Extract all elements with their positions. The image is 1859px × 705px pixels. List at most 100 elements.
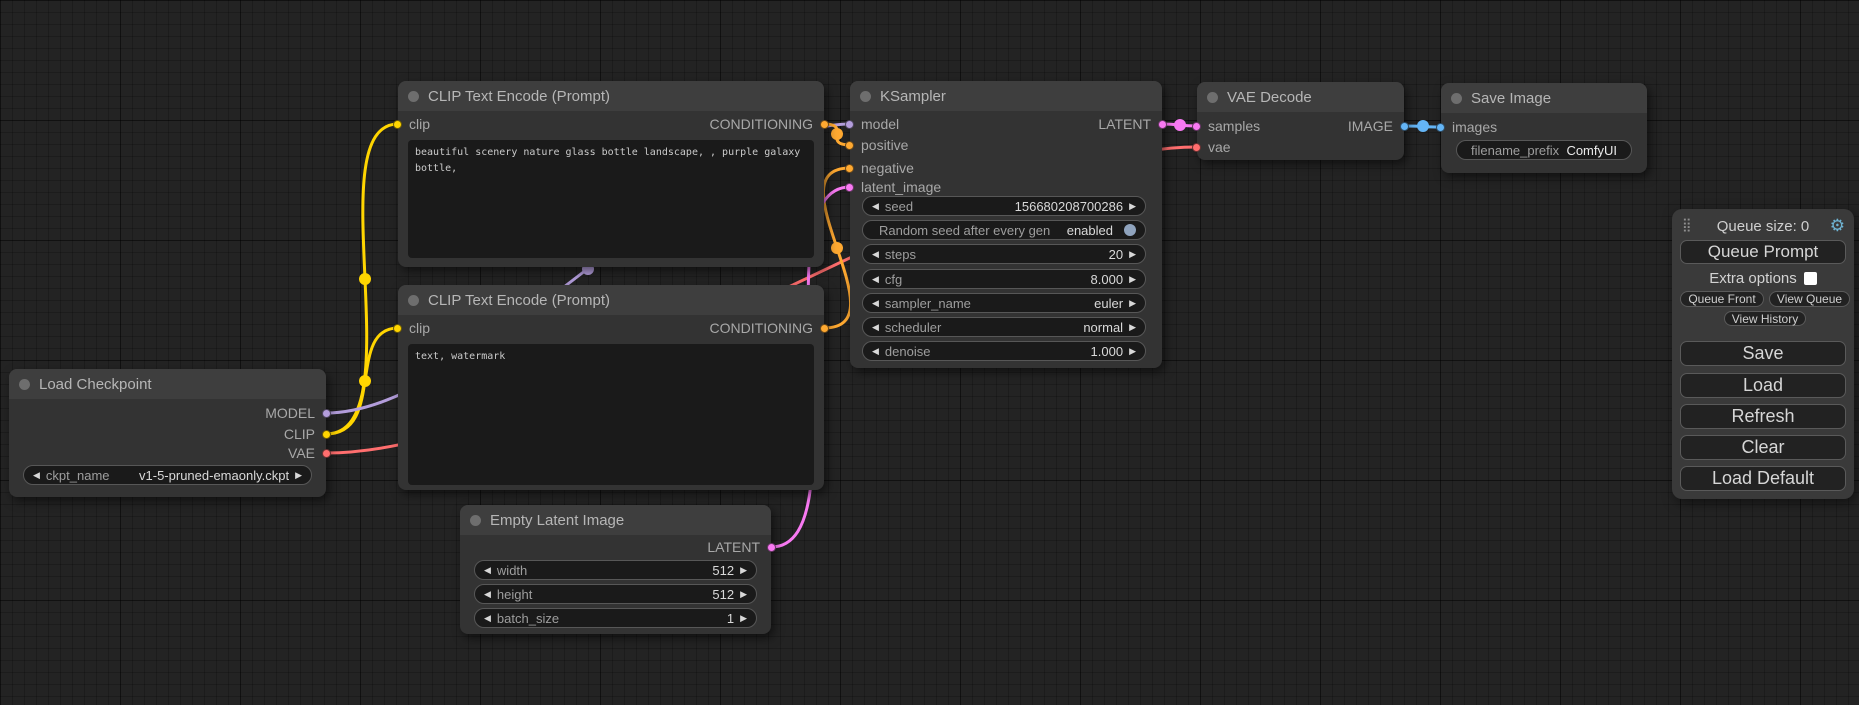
view-history-button[interactable]: View History bbox=[1724, 311, 1806, 326]
arrow-right-icon[interactable]: ▶ bbox=[740, 560, 747, 580]
arrow-right-icon[interactable]: ▶ bbox=[1129, 293, 1136, 313]
widget-value: 512 bbox=[712, 587, 734, 602]
node-titlebar[interactable]: CLIP Text Encode (Prompt) bbox=[398, 81, 824, 111]
node-collapse-dot[interactable] bbox=[408, 295, 419, 306]
arrow-right-icon[interactable]: ▶ bbox=[740, 584, 747, 604]
denoise-widget[interactable]: ◀ denoise 1.000 ▶ bbox=[862, 341, 1146, 361]
ckpt-name-widget[interactable]: ◀ ckpt_name v1-5-pruned-emaonly.ckpt ▶ bbox=[23, 465, 312, 485]
arrow-left-icon[interactable]: ◀ bbox=[484, 560, 491, 580]
model-output-port[interactable] bbox=[322, 409, 331, 418]
queue-prompt-button[interactable]: Queue Prompt bbox=[1680, 240, 1846, 264]
cfg-widget[interactable]: ◀ cfg 8.000 ▶ bbox=[862, 269, 1146, 289]
arrow-left-icon[interactable]: ◀ bbox=[484, 608, 491, 628]
node-title: CLIP Text Encode (Prompt) bbox=[428, 88, 610, 105]
node-titlebar[interactable]: CLIP Text Encode (Prompt) bbox=[398, 285, 824, 315]
widget-value: 8.000 bbox=[1091, 272, 1124, 287]
width-widget[interactable]: ◀ width 512 ▶ bbox=[474, 560, 757, 580]
node-empty-latent-image[interactable]: Empty Latent Image LATENT ◀ width 512 ▶ … bbox=[460, 505, 771, 634]
seed-widget[interactable]: ◀ seed 156680208700286 ▶ bbox=[862, 196, 1146, 216]
node-graph-canvas[interactable]: Load Checkpoint MODEL CLIP VAE ◀ ckpt_na… bbox=[0, 0, 1859, 705]
node-collapse-dot[interactable] bbox=[470, 515, 481, 526]
node-collapse-dot[interactable] bbox=[1207, 92, 1218, 103]
widget-label: height bbox=[497, 587, 532, 602]
node-clip-text-encode-negative[interactable]: CLIP Text Encode (Prompt) clip CONDITION… bbox=[398, 285, 824, 490]
arrow-left-icon[interactable]: ◀ bbox=[872, 196, 879, 216]
widget-label: steps bbox=[885, 247, 916, 262]
output-label-model: MODEL bbox=[265, 405, 315, 421]
clip-output-port[interactable] bbox=[322, 430, 331, 439]
output-label-vae: VAE bbox=[288, 445, 315, 461]
load-default-button[interactable]: Load Default bbox=[1680, 466, 1846, 491]
clip-input-port[interactable] bbox=[393, 120, 402, 129]
samples-input-port[interactable] bbox=[1192, 122, 1201, 131]
arrow-right-icon[interactable]: ▶ bbox=[1129, 244, 1136, 264]
input-label-clip: clip bbox=[409, 320, 430, 336]
random-seed-toggle-widget[interactable]: Random seed after every gen enabled bbox=[862, 220, 1146, 240]
node-titlebar[interactable]: VAE Decode bbox=[1197, 82, 1404, 112]
load-button[interactable]: Load bbox=[1680, 373, 1846, 398]
node-collapse-dot[interactable] bbox=[19, 379, 30, 390]
latent-image-input-port[interactable] bbox=[845, 183, 854, 192]
node-ksampler[interactable]: KSampler model LATENT positive negative … bbox=[850, 81, 1162, 368]
toggle-enabled-dot[interactable] bbox=[1124, 224, 1136, 236]
conditioning-output-port[interactable] bbox=[820, 120, 829, 129]
node-titlebar[interactable]: Save Image bbox=[1441, 83, 1647, 113]
node-titlebar[interactable]: KSampler bbox=[850, 81, 1162, 111]
node-vae-decode[interactable]: VAE Decode samples IMAGE vae bbox=[1197, 82, 1404, 160]
arrow-left-icon[interactable]: ◀ bbox=[33, 465, 40, 485]
conditioning-output-port[interactable] bbox=[820, 324, 829, 333]
gear-icon[interactable]: ⚙ bbox=[1830, 216, 1845, 236]
extra-options-checkbox[interactable] bbox=[1804, 272, 1817, 285]
arrow-right-icon[interactable]: ▶ bbox=[1129, 196, 1136, 216]
node-collapse-dot[interactable] bbox=[860, 91, 871, 102]
queue-panel: ⣿ Queue size: 0 ⚙ Queue Prompt Extra opt… bbox=[1672, 209, 1854, 499]
vae-input-port[interactable] bbox=[1192, 143, 1201, 152]
arrow-right-icon[interactable]: ▶ bbox=[295, 465, 302, 485]
positive-input-port[interactable] bbox=[845, 141, 854, 150]
node-title: Save Image bbox=[1471, 90, 1551, 107]
scheduler-widget[interactable]: ◀ scheduler normal ▶ bbox=[862, 317, 1146, 337]
steps-widget[interactable]: ◀ steps 20 ▶ bbox=[862, 244, 1146, 264]
vae-output-port[interactable] bbox=[322, 449, 331, 458]
refresh-button[interactable]: Refresh bbox=[1680, 404, 1846, 429]
sampler-name-widget[interactable]: ◀ sampler_name euler ▶ bbox=[862, 293, 1146, 313]
arrow-left-icon[interactable]: ◀ bbox=[484, 584, 491, 604]
node-titlebar[interactable]: Empty Latent Image bbox=[460, 505, 771, 535]
widget-label: batch_size bbox=[497, 611, 559, 626]
arrow-left-icon[interactable]: ◀ bbox=[872, 341, 879, 361]
image-output-port[interactable] bbox=[1400, 122, 1409, 131]
arrow-right-icon[interactable]: ▶ bbox=[1129, 269, 1136, 289]
clip-input-port[interactable] bbox=[393, 324, 402, 333]
widget-label: denoise bbox=[885, 344, 931, 359]
prompt-text-widget[interactable]: beautiful scenery nature glass bottle la… bbox=[408, 140, 814, 258]
latent-output-port[interactable] bbox=[1158, 120, 1167, 129]
model-input-port[interactable] bbox=[845, 120, 854, 129]
height-widget[interactable]: ◀ height 512 ▶ bbox=[474, 584, 757, 604]
prompt-text-widget[interactable]: text, watermark bbox=[408, 344, 814, 485]
node-load-checkpoint[interactable]: Load Checkpoint MODEL CLIP VAE ◀ ckpt_na… bbox=[9, 369, 326, 497]
output-label-conditioning: CONDITIONING bbox=[710, 116, 813, 132]
arrow-left-icon[interactable]: ◀ bbox=[872, 269, 879, 289]
images-input-port[interactable] bbox=[1436, 123, 1445, 132]
clear-button[interactable]: Clear bbox=[1680, 435, 1846, 460]
filename-prefix-widget[interactable]: filename_prefix ComfyUI bbox=[1456, 140, 1632, 160]
node-collapse-dot[interactable] bbox=[408, 91, 419, 102]
batch-size-widget[interactable]: ◀ batch_size 1 ▶ bbox=[474, 608, 757, 628]
node-clip-text-encode-positive[interactable]: CLIP Text Encode (Prompt) clip CONDITION… bbox=[398, 81, 824, 267]
arrow-right-icon[interactable]: ▶ bbox=[1129, 317, 1136, 337]
node-title: Empty Latent Image bbox=[490, 512, 624, 529]
node-collapse-dot[interactable] bbox=[1451, 93, 1462, 104]
arrow-left-icon[interactable]: ◀ bbox=[872, 317, 879, 337]
queue-front-button[interactable]: Queue Front bbox=[1680, 291, 1764, 307]
node-title: VAE Decode bbox=[1227, 89, 1312, 106]
arrow-right-icon[interactable]: ▶ bbox=[1129, 341, 1136, 361]
latent-output-port[interactable] bbox=[767, 543, 776, 552]
negative-input-port[interactable] bbox=[845, 164, 854, 173]
arrow-left-icon[interactable]: ◀ bbox=[872, 244, 879, 264]
view-queue-button[interactable]: View Queue bbox=[1769, 291, 1850, 307]
arrow-right-icon[interactable]: ▶ bbox=[740, 608, 747, 628]
node-titlebar[interactable]: Load Checkpoint bbox=[9, 369, 326, 399]
node-save-image[interactable]: Save Image images filename_prefix ComfyU… bbox=[1441, 83, 1647, 173]
save-button[interactable]: Save bbox=[1680, 341, 1846, 366]
arrow-left-icon[interactable]: ◀ bbox=[872, 293, 879, 313]
